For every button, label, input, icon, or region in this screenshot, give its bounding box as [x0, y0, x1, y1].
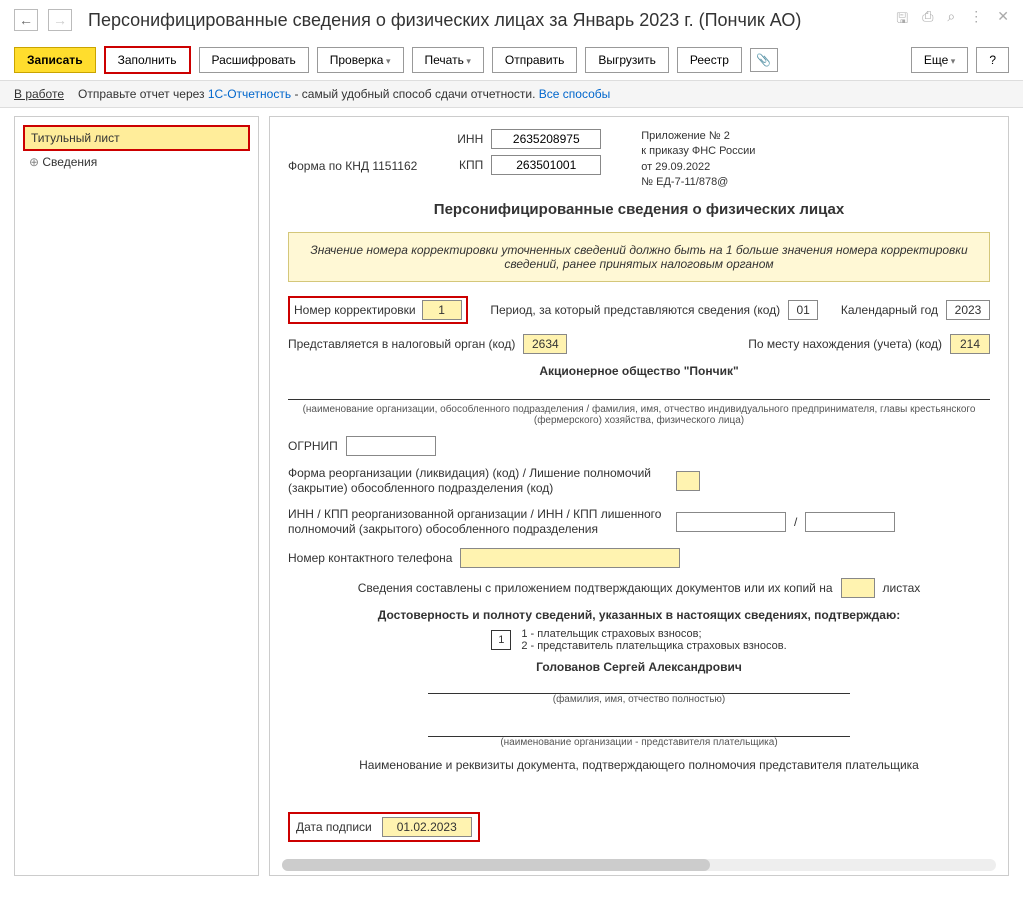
- kpp-input[interactable]: [491, 155, 601, 175]
- link-1c[interactable]: 1С-Отчетность: [208, 87, 291, 101]
- reorg-code-input[interactable]: [676, 471, 700, 491]
- correction-highlight: Номер корректировки 1: [288, 296, 468, 324]
- check-button[interactable]: Проверка: [317, 47, 404, 73]
- fill-button[interactable]: Заполнить: [104, 46, 191, 74]
- close-icon[interactable]: ✕: [997, 8, 1009, 32]
- link-all[interactable]: Все способы: [539, 87, 611, 101]
- decode-button[interactable]: Расшифровать: [199, 47, 309, 73]
- registry-button[interactable]: Реестр: [677, 47, 742, 73]
- period-input[interactable]: 01: [788, 300, 818, 320]
- kpp-label: КПП: [459, 158, 483, 172]
- page-title: Персонифицированные сведения о физически…: [88, 10, 886, 31]
- back-button[interactable]: ←: [14, 9, 38, 31]
- reorg-kpp-input[interactable]: [805, 512, 895, 532]
- form-content: Форма по КНД 1151162 ИНН КПП Приложение …: [269, 116, 1009, 876]
- save-icon[interactable]: 🖫: [896, 8, 908, 32]
- org-name: Акционерное общество "Пончик": [288, 364, 990, 378]
- print-button[interactable]: Печать: [412, 47, 484, 73]
- year-input[interactable]: 2023: [946, 300, 990, 320]
- date-highlight: Дата подписи 01.02.2023: [288, 812, 480, 842]
- org-note: (наименование организации, обособленного…: [288, 404, 990, 426]
- menu-icon[interactable]: ⋮: [969, 8, 983, 32]
- org-underline: [288, 382, 990, 400]
- appendix-info: Приложение № 2 к приказу ФНС России от 2…: [641, 129, 755, 191]
- print-icon[interactable]: ⎙: [922, 8, 933, 32]
- attach-button[interactable]: 📎: [750, 48, 778, 72]
- pages-input[interactable]: [841, 578, 875, 598]
- sidebar: Титульный лист Сведения: [14, 116, 259, 876]
- tax-org-input[interactable]: 2634: [523, 334, 567, 354]
- inn-input[interactable]: [491, 129, 601, 149]
- info-hint: Отправьте отчет через 1С-Отчетность - са…: [78, 87, 610, 101]
- signer-name: Голованов Сергей Александрович: [288, 660, 990, 674]
- doc-title: Наименование и реквизиты документа, подт…: [288, 758, 990, 772]
- confirm-title: Достоверность и полноту сведений, указан…: [288, 608, 990, 622]
- phone-input[interactable]: [460, 548, 680, 568]
- notice: Значение номера корректировки уточненных…: [288, 232, 990, 282]
- inn-label: ИНН: [457, 132, 483, 146]
- place-input[interactable]: 214: [950, 334, 990, 354]
- send-button[interactable]: Отправить: [492, 47, 578, 73]
- date-input[interactable]: 01.02.2023: [382, 817, 472, 837]
- forward-button[interactable]: →: [48, 9, 72, 31]
- help-button[interactable]: ?: [976, 47, 1009, 73]
- status-link[interactable]: В работе: [14, 87, 64, 101]
- reorg-inn-input[interactable]: [676, 512, 786, 532]
- horizontal-scrollbar[interactable]: [282, 859, 996, 871]
- search-icon[interactable]: ⌕: [947, 8, 955, 32]
- ogrnip-input[interactable]: [346, 436, 436, 456]
- export-button[interactable]: Выгрузить: [585, 47, 669, 73]
- form-title: Персонифицированные сведения о физически…: [288, 201, 990, 218]
- knd-label: Форма по КНД 1151162: [288, 159, 417, 173]
- more-button[interactable]: Еще: [911, 47, 968, 73]
- correction-input[interactable]: 1: [422, 300, 462, 320]
- sidebar-item-title-page[interactable]: Титульный лист: [23, 125, 250, 151]
- signer-code[interactable]: 1: [491, 630, 511, 650]
- save-button[interactable]: Записать: [14, 47, 96, 73]
- sidebar-item-info[interactable]: Сведения: [23, 151, 250, 173]
